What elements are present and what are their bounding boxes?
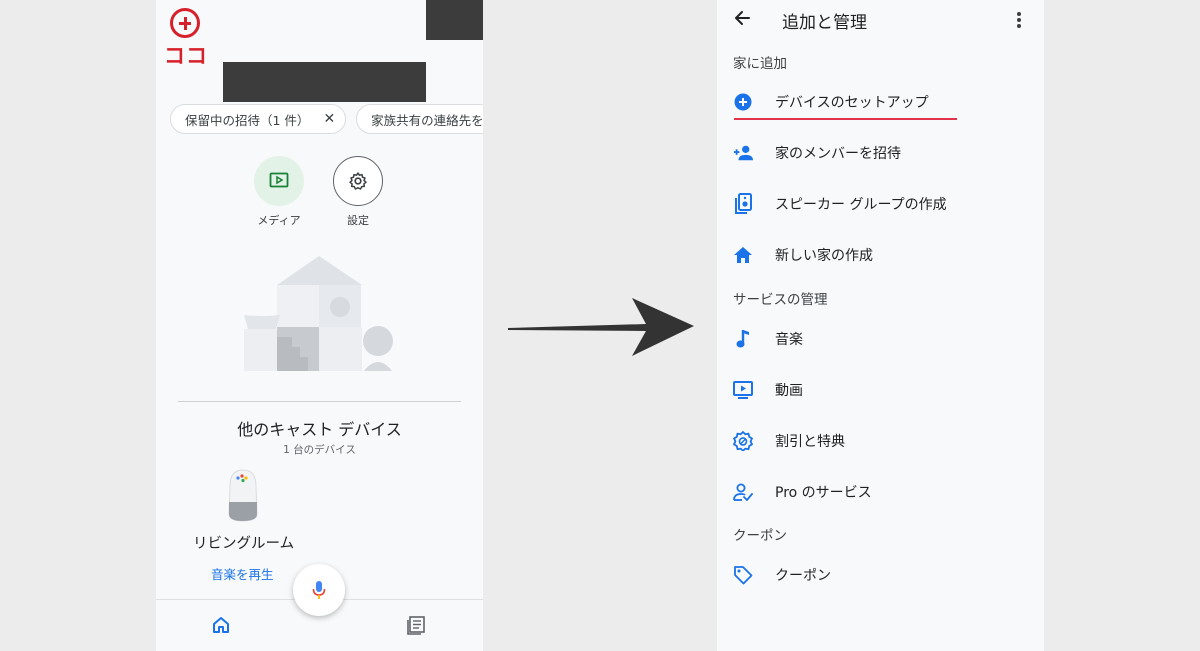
feed-icon[interactable] xyxy=(406,615,426,635)
other-devices-title: 他のキャスト デバイス xyxy=(237,420,402,439)
menu-item-speaker-group[interactable]: スピーカー グループの作成 xyxy=(717,183,1044,223)
section-manage-services: サービスの管理 xyxy=(733,292,828,308)
tag-icon xyxy=(733,565,753,585)
add-annotation: ココ xyxy=(164,4,207,68)
menu-item-label: スピーカー グループの作成 xyxy=(775,197,947,213)
media-action[interactable]: メディア xyxy=(254,156,304,228)
home-screen: ココ 保留中の招待（1 件） ✕ 家族共有の連絡先を メディア 設定 他のキャス… xyxy=(156,0,483,651)
family-contact-chip[interactable]: 家族共有の連絡先を xyxy=(356,104,483,134)
menu-item-invite-member[interactable]: 家のメンバーを招待 xyxy=(717,132,1044,172)
menu-item-label: 割引と特典 xyxy=(775,434,845,450)
chip-label: 家族共有の連絡先を xyxy=(371,112,483,128)
annotation-label: ココ xyxy=(164,44,208,68)
settings-action[interactable]: 設定 xyxy=(333,156,383,228)
offer-icon xyxy=(733,431,753,451)
menu-item-offers[interactable]: 割引と特典 xyxy=(717,420,1044,460)
video-icon xyxy=(733,380,753,400)
section-add-home: 家に追加 xyxy=(733,56,787,72)
redacted-block xyxy=(223,62,426,102)
play-music-link[interactable]: 音楽を再生 xyxy=(211,564,274,583)
menu-item-label: 動画 xyxy=(775,383,803,399)
redacted-block xyxy=(426,0,483,40)
google-home-speaker-icon[interactable] xyxy=(226,468,260,524)
pending-invite-chip[interactable]: 保留中の招待（1 件） ✕ xyxy=(170,104,347,134)
music-note-icon xyxy=(733,329,753,349)
house-illustration xyxy=(244,256,393,371)
add-and-manage-screen: 追加と管理 家に追加 デバイスのセットアップ 家のメンバーを招待 スピーカー グ… xyxy=(717,0,1044,651)
more-options-icon[interactable] xyxy=(1016,11,1022,29)
menu-item-coupon[interactable]: クーポン xyxy=(717,554,1044,594)
top-app-bar: 追加と管理 xyxy=(717,0,1044,40)
chip-label: 保留中の招待（1 件） xyxy=(185,112,310,128)
menu-item-music[interactable]: 音楽 xyxy=(717,318,1044,358)
media-play-icon xyxy=(269,172,289,188)
settings-button[interactable] xyxy=(333,156,383,206)
transition-arrow xyxy=(508,298,694,356)
quick-actions: メディア 設定 xyxy=(254,156,383,228)
person-add-icon xyxy=(733,143,753,163)
menu-item-label: クーポン xyxy=(775,568,831,584)
menu-item-device-setup[interactable]: デバイスのセットアップ xyxy=(717,81,1044,121)
back-arrow-icon[interactable] xyxy=(733,9,751,27)
media-button[interactable] xyxy=(254,156,304,206)
home-icon[interactable] xyxy=(212,616,230,634)
chip-row: 保留中の招待（1 件） ✕ 家族共有の連絡先を xyxy=(170,104,483,134)
menu-item-video[interactable]: 動画 xyxy=(717,369,1044,409)
menu-item-label: 音楽 xyxy=(775,332,803,348)
menu-item-pro-services[interactable]: Pro のサービス xyxy=(717,471,1044,511)
menu-item-label: 家のメンバーを招待 xyxy=(775,146,901,162)
section-coupons: クーポン xyxy=(733,528,787,544)
device-count: 1 台のデバイス xyxy=(283,444,356,456)
menu-item-label: デバイスのセットアップ xyxy=(775,95,929,111)
menu-item-label: Pro のサービス xyxy=(775,485,872,501)
speaker-group-icon xyxy=(733,193,753,214)
home-icon xyxy=(733,245,753,265)
add-circle-icon xyxy=(733,92,753,112)
add-circle-icon xyxy=(170,8,200,38)
menu-item-new-home[interactable]: 新しい家の作成 xyxy=(717,234,1044,274)
highlight-underline xyxy=(734,118,957,120)
menu-item-label: 新しい家の作成 xyxy=(775,248,873,264)
mic-icon xyxy=(312,581,326,599)
page-title: 追加と管理 xyxy=(782,13,867,33)
close-icon[interactable]: ✕ xyxy=(323,111,335,127)
gear-icon xyxy=(349,172,367,190)
mic-button[interactable] xyxy=(293,564,345,616)
action-label: 設定 xyxy=(347,214,369,227)
action-label: メディア xyxy=(257,214,301,227)
pro-service-icon xyxy=(733,482,753,502)
device-name[interactable]: リビングルーム xyxy=(193,532,294,553)
section-divider xyxy=(178,401,461,402)
